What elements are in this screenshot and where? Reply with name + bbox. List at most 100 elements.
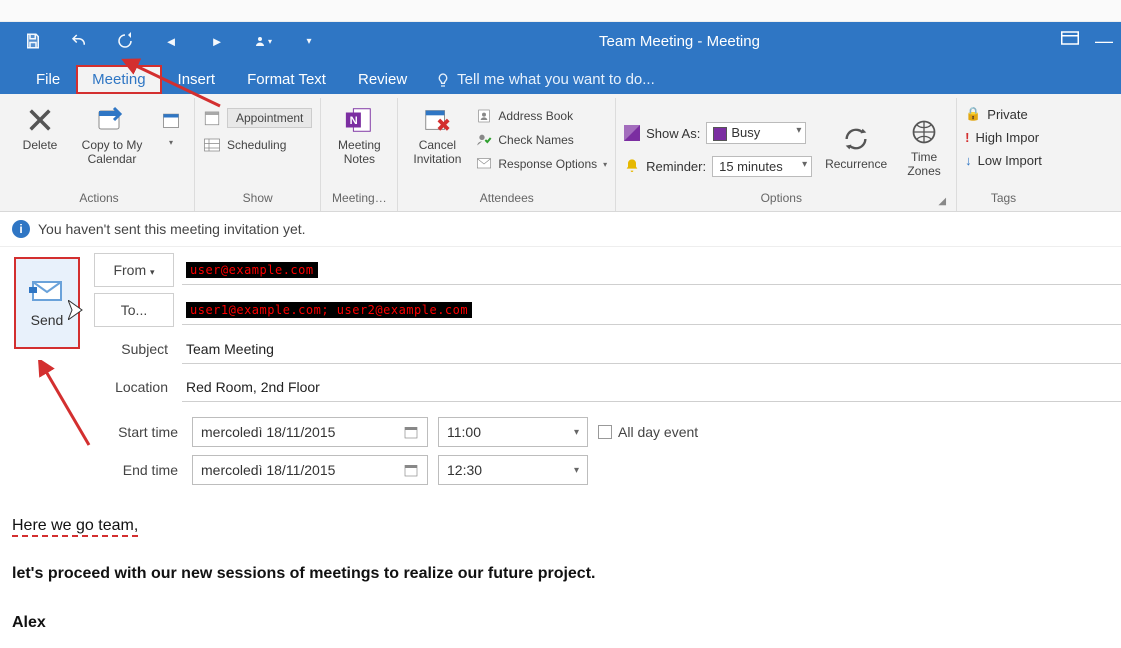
group-options-label: Options (624, 189, 938, 209)
cancel-invitation-button[interactable]: Cancel Invitation (406, 102, 468, 166)
save-icon[interactable] (24, 32, 42, 50)
ribbon-options-icon[interactable] (1061, 31, 1079, 52)
tell-me-label: Tell me what you want to do... (457, 71, 655, 88)
group-meeting-notes: N Meeting Notes Meeting… (321, 98, 398, 211)
busy-swatch (713, 127, 727, 141)
next-icon[interactable]: ► (208, 32, 226, 50)
svg-text:N: N (350, 115, 358, 127)
options-launcher-icon[interactable]: ◢ (938, 196, 948, 209)
start-date-picker[interactable]: mercoledì 18/11/2015 (192, 417, 428, 447)
start-time-picker[interactable]: 11:00 ▾ (438, 417, 588, 447)
minimize-icon[interactable]: — (1095, 31, 1113, 52)
from-value: user@example.com (186, 262, 318, 278)
end-time-label: End time (94, 462, 182, 478)
end-date-picker[interactable]: mercoledì 18/11/2015 (192, 455, 428, 485)
check-names-button[interactable]: Check Names (476, 130, 573, 148)
reminder-row: Reminder: 15 minutes (624, 156, 812, 177)
person-icon[interactable]: ▾ (254, 32, 272, 50)
prev-icon[interactable]: ◄ (162, 32, 180, 50)
subject-field[interactable]: Team Meeting (182, 335, 1121, 364)
appointment-icon (203, 109, 221, 127)
subject-label: Subject (94, 333, 174, 365)
quick-access-toolbar: ◄ ► ▾ ▾ (0, 32, 318, 50)
low-importance-button[interactable]: ↓ Low Import (965, 153, 1042, 168)
window-title: Team Meeting - Meeting (318, 33, 1041, 50)
from-field[interactable]: user@example.com (182, 256, 1121, 285)
meeting-form: Send From ▾ user@example.com To... user1… (0, 247, 1121, 493)
group-options: Show As: Busy Reminder: 15 minutes (616, 98, 957, 211)
send-button[interactable]: Send (14, 257, 80, 349)
checkbox-icon (598, 425, 612, 439)
qat-customize-icon[interactable]: ▾ (300, 32, 318, 50)
tab-format-text[interactable]: Format Text (231, 65, 342, 94)
address-book-icon (476, 108, 492, 124)
private-button[interactable]: 🔒 Private (965, 106, 1028, 122)
reminder-icon (624, 158, 640, 174)
low-importance-icon: ↓ (965, 153, 972, 168)
delete-icon (24, 104, 56, 136)
to-field[interactable]: user1@example.com; user2@example.com (182, 296, 1121, 325)
cancel-icon (421, 104, 453, 136)
group-tags: 🔒 Private ! High Impor ↓ Low Import Tags (957, 98, 1050, 211)
group-actions-label: Actions (12, 189, 186, 209)
app-menubar (0, 0, 1121, 22)
group-attendees-label: Attendees (406, 189, 607, 209)
tab-meeting[interactable]: Meeting (76, 65, 161, 94)
show-as-row: Show As: Busy (624, 122, 806, 144)
calendar-picker-icon (403, 424, 419, 440)
from-button[interactable]: From ▾ (94, 253, 174, 287)
group-actions: Delete Copy to My Calendar ▾ Actions (4, 98, 195, 211)
location-field[interactable]: Red Room, 2nd Floor (182, 373, 1121, 402)
start-time-label: Start time (94, 424, 182, 440)
calendar-copy-icon (96, 104, 128, 136)
show-as-label: Show As: (646, 126, 700, 141)
message-body[interactable]: Here we go team, let's proceed with our … (0, 493, 1121, 638)
recurrence-button[interactable]: Recurrence (820, 121, 892, 171)
tab-review[interactable]: Review (342, 65, 423, 94)
response-options-button[interactable]: Response Options ▾ (476, 154, 607, 172)
calendar-dropdown[interactable]: ▾ (156, 102, 186, 147)
group-attendees: Cancel Invitation Address Book Check Nam… (398, 98, 616, 211)
scheduling-button[interactable]: Scheduling (203, 134, 286, 154)
group-meeting-notes-label: Meeting… (329, 189, 389, 209)
tell-me[interactable]: Tell me what you want to do... (423, 65, 667, 94)
info-bar: i You haven't sent this meeting invitati… (0, 212, 1121, 247)
to-value: user1@example.com; user2@example.com (186, 302, 472, 318)
response-options-icon (476, 156, 492, 172)
redo-icon[interactable] (116, 32, 134, 50)
all-day-checkbox[interactable]: All day event (598, 424, 698, 440)
time-zones-button[interactable]: Time Zones (900, 114, 948, 178)
reminder-combo[interactable]: 15 minutes (712, 156, 812, 177)
address-book-button[interactable]: Address Book (476, 106, 573, 124)
chevron-down-icon: ▾ (574, 427, 579, 438)
meeting-notes-button[interactable]: N Meeting Notes (329, 102, 389, 166)
ribbon: Delete Copy to My Calendar ▾ Actions (0, 94, 1121, 212)
group-tags-label: Tags (965, 189, 1042, 209)
chevron-down-icon: ▾ (574, 465, 579, 476)
tab-file[interactable]: File (20, 65, 76, 94)
high-importance-icon: ! (965, 130, 969, 145)
reminder-label: Reminder: (646, 159, 706, 174)
group-show: Appointment Scheduling Show (195, 98, 321, 211)
delete-button[interactable]: Delete (12, 102, 68, 152)
to-button[interactable]: To... (94, 293, 174, 327)
copy-to-calendar-button[interactable]: Copy to My Calendar (76, 102, 148, 166)
body-line2: let's proceed with our new sessions of m… (12, 559, 1109, 589)
check-names-icon (476, 132, 492, 148)
scheduling-icon (203, 136, 221, 154)
location-label: Location (94, 371, 174, 403)
send-envelope-icon (29, 278, 65, 304)
onenote-icon: N (343, 104, 375, 136)
end-time-picker[interactable]: 12:30 ▾ (438, 455, 588, 485)
tab-insert[interactable]: Insert (162, 65, 232, 94)
info-text: You haven't sent this meeting invitation… (38, 221, 306, 237)
title-bar: ◄ ► ▾ ▾ Team Meeting - Meeting — (0, 22, 1121, 60)
calendar-picker-icon (403, 462, 419, 478)
group-show-label: Show (203, 189, 312, 209)
appointment-button[interactable]: Appointment (203, 106, 312, 128)
undo-icon[interactable] (70, 32, 88, 50)
show-as-combo[interactable]: Busy (706, 122, 806, 144)
show-as-icon (624, 125, 640, 141)
high-importance-button[interactable]: ! High Impor (965, 130, 1039, 145)
info-icon: i (12, 220, 30, 238)
